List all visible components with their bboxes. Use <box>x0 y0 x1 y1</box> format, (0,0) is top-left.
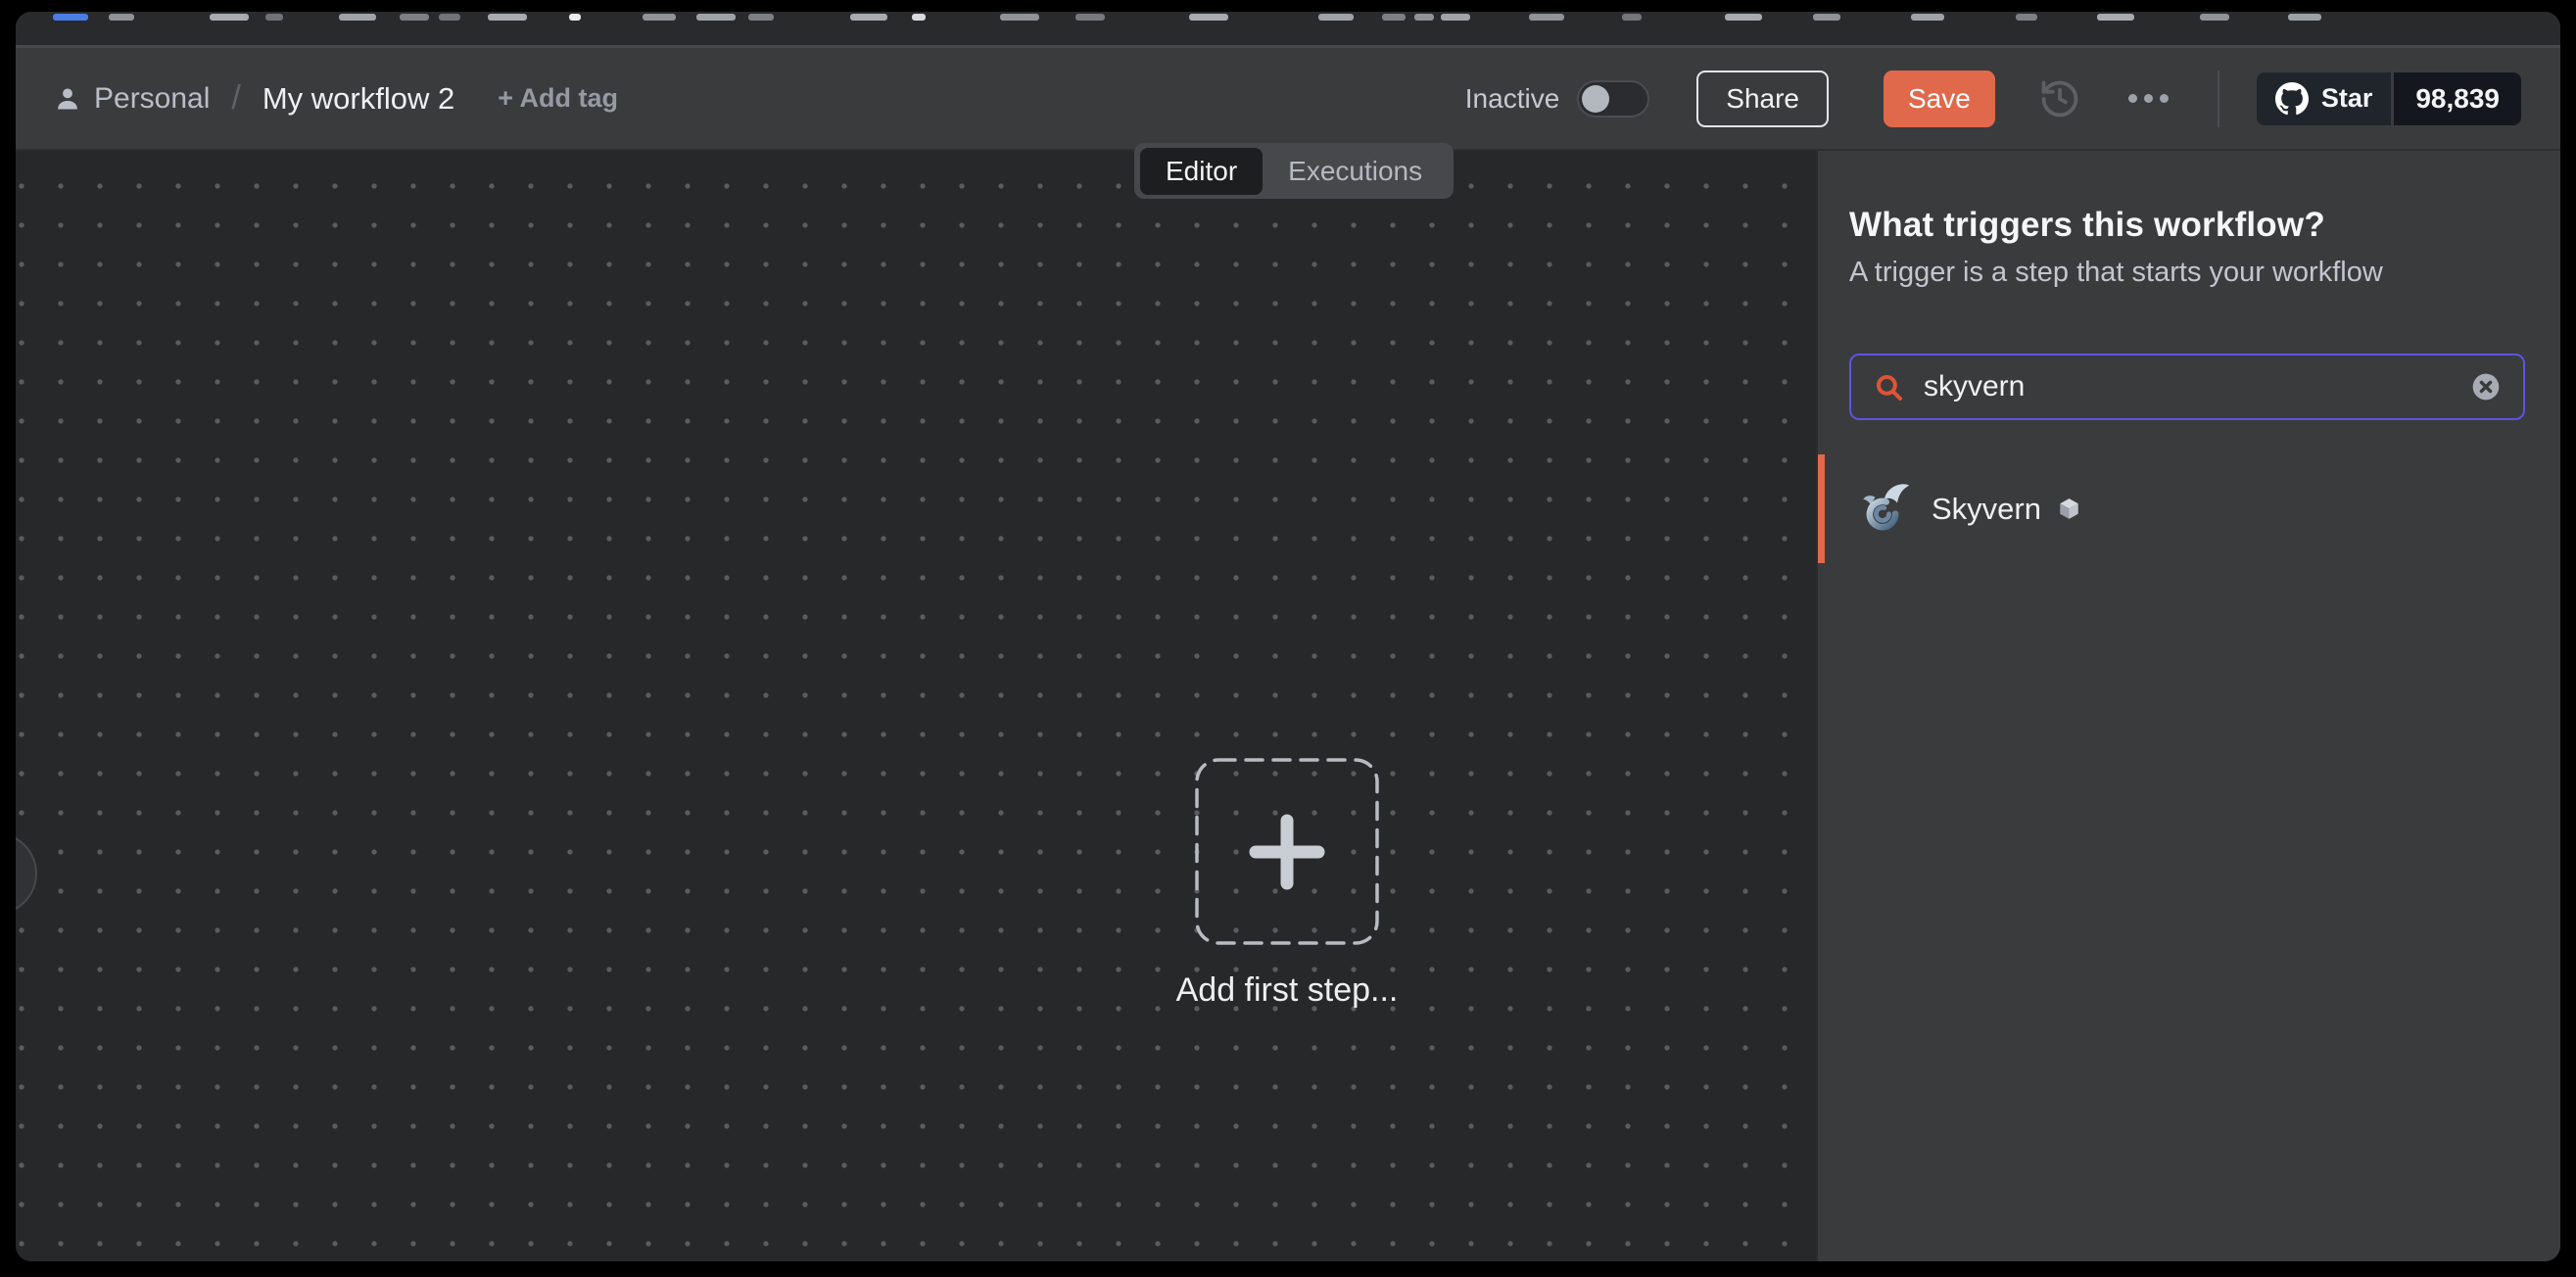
page: Personal / My workflow 2 + Add tag Inact… <box>0 0 2576 1277</box>
workflow-title[interactable]: My workflow 2 <box>262 81 454 117</box>
browser-tab-sliver <box>1382 14 1406 21</box>
browser-tab-sliver <box>439 14 460 21</box>
github-star-button[interactable]: Star <box>2257 72 2392 125</box>
community-package-icon <box>2056 496 2082 522</box>
workflow-header: Personal / My workflow 2 + Add tag Inact… <box>16 48 2560 149</box>
skyvern-logo-icon <box>1853 480 1912 539</box>
browser-tab-sliver <box>912 14 926 21</box>
add-tag-button[interactable]: + Add tag <box>498 83 618 114</box>
result-skyvern[interactable]: Skyvern <box>1818 454 2560 563</box>
github-star-count[interactable]: 98,839 <box>2394 72 2521 125</box>
browser-tab-sliver <box>53 14 88 21</box>
add-first-step-button[interactable] <box>1195 758 1379 945</box>
node-search-box <box>1849 354 2525 420</box>
browser-tab-sliver <box>2097 14 2134 21</box>
more-options-button[interactable] <box>2128 94 2169 103</box>
workflow-status-label: Inactive <box>1465 83 1560 115</box>
result-name: Skyvern <box>1932 492 2041 527</box>
activate-toggle[interactable] <box>1577 80 1649 118</box>
browser-tab-sliver <box>339 14 376 21</box>
browser-window: Personal / My workflow 2 + Add tag Inact… <box>16 12 2560 1261</box>
save-button[interactable]: Save <box>1884 71 1995 127</box>
browser-tab-sliver <box>643 14 676 21</box>
tab-executions[interactable]: Executions <box>1263 148 1448 195</box>
browser-tab-sliver <box>1189 14 1228 21</box>
add-first-step-label: Add first step... <box>1091 971 1483 1010</box>
header-divider <box>2218 71 2219 127</box>
search-results: Skyvern <box>1818 454 2560 563</box>
browser-tab-sliver <box>1911 14 1944 21</box>
history-button[interactable] <box>2038 77 2081 120</box>
history-icon <box>2038 77 2081 120</box>
browser-tab-sliver <box>1414 14 1434 21</box>
search-input[interactable] <box>1924 370 2470 403</box>
browser-tab-sliver <box>2016 14 2037 21</box>
browser-tab-sliver <box>1725 14 1762 21</box>
header-actions: Inactive Share Save <box>1465 71 2521 127</box>
search-icon <box>1873 371 1904 402</box>
browser-tab-sliver <box>850 14 887 21</box>
panel-title: What triggers this workflow? <box>1849 206 2525 245</box>
browser-tab-sliver <box>400 14 429 21</box>
ellipsis-icon <box>2160 94 2169 103</box>
clear-icon <box>2470 371 2502 402</box>
browser-tab-sliver <box>1000 14 1039 21</box>
browser-tab-sliver <box>1529 14 1564 21</box>
browser-tab-sliver <box>109 14 134 21</box>
toggle-knob <box>1582 85 1609 113</box>
ellipsis-icon <box>2128 94 2137 103</box>
content-area: Add first step... What triggers this wor… <box>16 149 2560 1261</box>
browser-tab-sliver <box>1441 14 1470 21</box>
browser-tab-sliver <box>569 14 581 21</box>
user-icon <box>54 85 81 113</box>
browser-tab-sliver <box>1318 14 1354 21</box>
breadcrumb-project[interactable]: Personal <box>94 82 210 116</box>
ellipsis-icon <box>2144 94 2153 103</box>
browser-tab-sliver <box>2288 14 2321 21</box>
browser-tab-sliver <box>488 14 527 21</box>
github-star-widget: Star 98,839 <box>2257 72 2521 125</box>
browser-tab-sliver <box>1075 14 1105 21</box>
tab-editor[interactable]: Editor <box>1140 148 1263 195</box>
browser-tab-sliver <box>1622 14 1642 21</box>
browser-tab-strip <box>16 12 2560 45</box>
browser-tab-sliver <box>210 14 249 21</box>
panel-subtitle: A trigger is a step that starts your wor… <box>1849 257 2525 289</box>
share-button[interactable]: Share <box>1696 71 1829 127</box>
browser-tab-sliver <box>1813 14 1840 21</box>
github-star-label: Star <box>2321 83 2373 114</box>
view-tabs: Editor Executions <box>1134 143 1454 199</box>
clear-search-button[interactable] <box>2470 371 2502 402</box>
browser-tab-sliver <box>265 14 283 21</box>
breadcrumb-separator: / <box>231 79 240 118</box>
breadcrumb: Personal / My workflow 2 + Add tag <box>54 79 618 118</box>
browser-tab-sliver <box>748 14 774 21</box>
github-icon <box>2275 82 2309 116</box>
trigger-panel: What triggers this workflow? A trigger i… <box>1818 151 2560 1261</box>
workflow-canvas[interactable]: Add first step... <box>16 151 1816 1261</box>
sidebar-expand-handle[interactable] <box>16 832 37 915</box>
plus-icon <box>1246 811 1328 893</box>
result-accent-bar <box>1818 454 1825 563</box>
browser-tab-sliver <box>2200 14 2229 21</box>
browser-tab-sliver <box>696 14 736 21</box>
